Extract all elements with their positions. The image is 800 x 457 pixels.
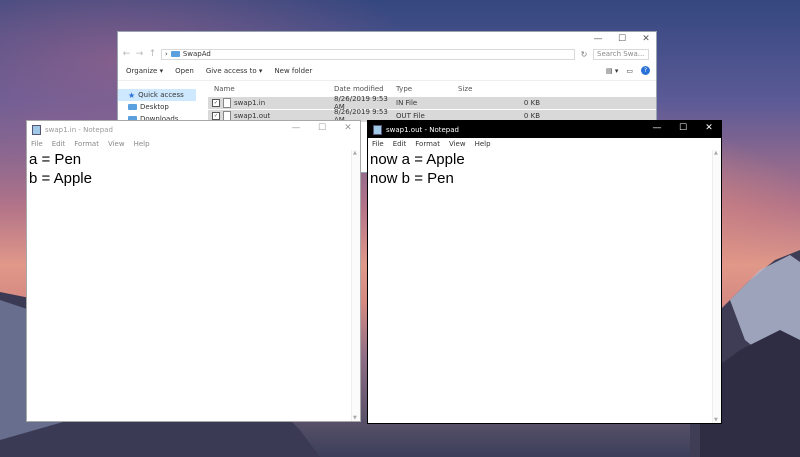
back-icon[interactable]: ←: [122, 49, 131, 59]
navigation-pane: ★ Quick access Desktop Downloads: [118, 81, 196, 125]
column-type[interactable]: Type: [396, 85, 458, 93]
minimize-button[interactable]: —: [592, 34, 604, 44]
address-bar[interactable]: › SwapAd: [161, 48, 575, 60]
file-icon: [223, 98, 231, 108]
menu-help[interactable]: Help: [475, 140, 491, 148]
give-access-button[interactable]: Give access to ▾: [206, 67, 263, 75]
explorer-body: ★ Quick access Desktop Downloads Name Da…: [118, 81, 656, 125]
help-icon[interactable]: ?: [641, 66, 650, 75]
path-chevron-icon: ›: [165, 50, 168, 58]
path-label: SwapAd: [182, 50, 211, 58]
search-input[interactable]: Search Swa...: [593, 48, 649, 60]
new-folder-button[interactable]: New folder: [274, 67, 312, 75]
menu-view[interactable]: View: [449, 140, 466, 148]
text-line: a = Pen: [29, 151, 82, 168]
text-line: b = Apple: [29, 170, 92, 187]
vertical-scrollbar[interactable]: [351, 150, 360, 421]
notepad-titlebar: swap1.in - Notepad — ☐ ✕: [27, 121, 360, 138]
forward-icon[interactable]: →: [135, 49, 144, 59]
column-size[interactable]: Size: [458, 85, 498, 93]
checkbox[interactable]: ✓: [212, 112, 220, 120]
table-row[interactable]: ✓ swap1.in 8/26/2019 9:53 AM IN File 0 K…: [208, 95, 656, 111]
nav-item-label: Desktop: [140, 103, 169, 111]
text-editor[interactable]: a = Pen b = Apple: [27, 149, 360, 188]
menu-edit[interactable]: Edit: [52, 140, 66, 148]
menu-format[interactable]: Format: [415, 140, 440, 148]
nav-item-label: Quick access: [138, 91, 184, 99]
nav-item-desktop[interactable]: Desktop: [118, 101, 196, 113]
file-size: 0 KB: [523, 112, 540, 120]
up-icon[interactable]: ↑: [148, 49, 157, 59]
notepad-icon: [373, 124, 382, 135]
notepad-window-input: swap1.in - Notepad — ☐ ✕ File Edit Forma…: [26, 120, 361, 422]
window-controls: — ☐ ✕: [651, 123, 715, 133]
menu-view[interactable]: View: [108, 140, 125, 148]
file-type: IN File: [396, 99, 418, 107]
maximize-button[interactable]: ☐: [677, 123, 689, 133]
checkbox[interactable]: ✓: [212, 99, 220, 107]
file-name: swap1.out: [234, 112, 271, 120]
open-button[interactable]: Open: [175, 67, 194, 75]
file-list: Name Date modified Type Size ✓ swap1.in …: [196, 81, 656, 125]
close-button[interactable]: ✕: [640, 34, 652, 44]
address-row: ← → ↑ › SwapAd ↻ Search Swa...: [118, 46, 656, 62]
text-line: now b = Pen: [370, 170, 454, 187]
text-editor[interactable]: now a = Apple now b = Pen: [368, 149, 721, 188]
desktop-folder-icon: [128, 104, 137, 110]
column-date[interactable]: Date modified: [334, 85, 396, 93]
view-controls: ▤ ▾ ▭ ?: [606, 66, 650, 75]
notepad-icon: [32, 124, 41, 135]
window-title: swap1.in - Notepad: [45, 125, 113, 134]
window-title: swap1.out - Notepad: [386, 125, 459, 134]
file-size: 0 KB: [523, 99, 540, 107]
file-type: OUT File: [396, 112, 425, 120]
maximize-button[interactable]: ☐: [616, 34, 628, 44]
column-headers: Name Date modified Type Size: [208, 81, 656, 97]
vertical-scrollbar[interactable]: [712, 150, 721, 423]
command-bar: Organize ▾ Open Give access to ▾ New fol…: [118, 62, 656, 81]
menu-file[interactable]: File: [31, 140, 43, 148]
minimize-button[interactable]: —: [290, 123, 302, 133]
preview-pane-icon[interactable]: ▭: [626, 67, 633, 75]
folder-icon: [170, 51, 180, 57]
organize-button[interactable]: Organize ▾: [126, 67, 163, 75]
view-options-icon[interactable]: ▤ ▾: [606, 67, 618, 75]
close-button[interactable]: ✕: [342, 123, 354, 133]
file-name-cell: ✓ swap1.in: [208, 98, 334, 108]
nav-item-quick-access[interactable]: ★ Quick access: [118, 89, 196, 101]
menu-file[interactable]: File: [372, 140, 384, 148]
column-name[interactable]: Name: [208, 85, 334, 93]
menu-edit[interactable]: Edit: [393, 140, 407, 148]
notepad-window-output: swap1.out - Notepad — ☐ ✕ File Edit Form…: [367, 120, 722, 424]
text-line: now a = Apple: [370, 151, 465, 168]
minimize-button[interactable]: —: [651, 123, 663, 133]
explorer-titlebar: — ☐ ✕: [118, 32, 656, 46]
menu-format[interactable]: Format: [74, 140, 99, 148]
maximize-button[interactable]: ☐: [316, 123, 328, 133]
file-name: swap1.in: [234, 99, 266, 107]
menu-help[interactable]: Help: [134, 140, 150, 148]
close-button[interactable]: ✕: [703, 123, 715, 133]
menu-bar: File Edit Format View Help: [27, 138, 360, 149]
notepad-titlebar: swap1.out - Notepad — ☐ ✕: [368, 121, 721, 138]
refresh-icon[interactable]: ↻: [579, 50, 589, 59]
star-icon: ★: [128, 90, 136, 100]
window-controls: — ☐ ✕: [290, 123, 354, 133]
menu-bar: File Edit Format View Help: [368, 138, 721, 149]
